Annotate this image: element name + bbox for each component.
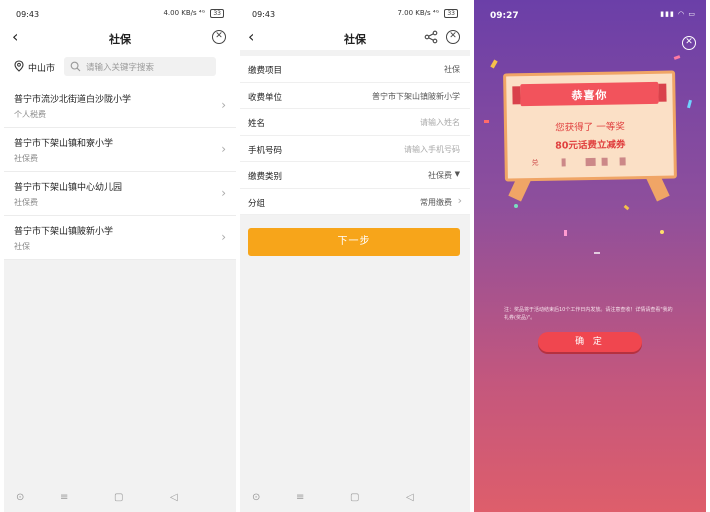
confetti-piece	[484, 120, 489, 123]
network-speed: 4.00 KB/s ⁴ᴳ	[163, 9, 206, 17]
share-icon[interactable]	[424, 30, 438, 44]
system-nav-bar: ⊙ ≡ ▢ ◁	[240, 484, 470, 512]
assistant-icon[interactable]: ⊙	[16, 492, 24, 503]
list-item[interactable]: 普宁市下架山镇和寮小学 社保费 ›	[4, 128, 236, 172]
prize-card: 恭喜你 您获得了 一等奖 80元话费立减券 兑	[503, 70, 677, 182]
search-placeholder: 请输入关键字搜索	[86, 63, 155, 73]
caret-down-icon: ▼	[454, 170, 460, 178]
form-row-group[interactable]: 分组 常用缴费 ›	[240, 189, 470, 215]
chevron-right-icon: ›	[221, 186, 226, 200]
unit-value: 普宁市下架山镇陂新小学	[372, 91, 460, 101]
prize-rank: 您获得了 一等奖	[555, 121, 625, 134]
search-input[interactable]: 请输入关键字搜索	[64, 57, 216, 76]
screen-unit-list: 09:43 4.00 KB/s ⁴ᴳ 33 ‹ 社保 ✕ 中山市 请输入关键字搜…	[4, 0, 236, 512]
search-icon	[70, 61, 81, 72]
page-title: 社保	[109, 33, 131, 46]
status-time: 09:27	[490, 11, 519, 21]
home-icon[interactable]: ▢	[114, 492, 123, 503]
item-value: 社保	[444, 65, 460, 74]
battery-icon: 33	[444, 9, 458, 18]
status-bar: 09:27 ▮▮▮ ◠ ▭	[474, 0, 706, 26]
confetti-piece	[687, 99, 692, 109]
search-row: 中山市 请输入关键字搜索	[4, 50, 236, 84]
status-bar: 09:43 4.00 KB/s ⁴ᴳ 33	[4, 0, 236, 26]
location-pin-icon[interactable]	[14, 60, 24, 72]
next-step-button[interactable]: 下一步	[248, 228, 460, 256]
list-item-subtitle: 社保费	[14, 154, 38, 163]
status-icons: 4.00 KB/s ⁴ᴳ 33	[163, 9, 224, 18]
network-speed: 7.00 KB/s ⁴ᴳ	[397, 9, 440, 17]
chevron-right-icon: ›	[457, 193, 462, 207]
menu-icon[interactable]: ≡	[60, 492, 68, 503]
nav-bar: ‹ 社保 ✕	[4, 26, 236, 50]
list-item-subtitle: 社保	[14, 242, 30, 251]
status-time: 09:43	[16, 10, 40, 19]
back-triangle-icon[interactable]: ◁	[406, 492, 414, 503]
chevron-right-icon: ›	[221, 142, 226, 156]
back-triangle-icon[interactable]: ◁	[170, 492, 178, 503]
confirm-button[interactable]: 确 定	[538, 332, 642, 352]
assistant-icon[interactable]: ⊙	[252, 492, 260, 503]
list-item-title: 普宁市流沙北街道白沙陇小学	[14, 95, 132, 105]
list-item-title: 普宁市下架山镇中心幼儿园	[14, 183, 123, 193]
nav-bar: ‹ 社保 ✕	[240, 26, 470, 50]
confetti-piece	[623, 204, 630, 211]
form-row-unit: 收费单位 普宁市下架山镇陂新小学	[240, 83, 470, 109]
form-row-type[interactable]: 缴费类别 社保费 ▼	[240, 162, 470, 189]
list-item-subtitle: 个人税费	[14, 110, 46, 119]
screen-prize-popup: 09:27 ▮▮▮ ◠ ▭ ✕ 恭喜你 您获得了 一等奖 80元话费立减券 兑 …	[474, 0, 706, 512]
prize-title: 恭喜你	[571, 88, 608, 103]
confetti-piece	[564, 230, 567, 236]
close-circle-icon[interactable]: ✕	[212, 30, 226, 44]
item-label: 缴费项目	[248, 66, 283, 76]
payment-form: 缴费项目 社保 收费单位 普宁市下架山镇陂新小学 姓名 请输入姓名 手机号码 请…	[240, 56, 470, 215]
location-city[interactable]: 中山市	[28, 61, 55, 74]
list-item-title: 普宁市下架山镇陂新小学	[14, 227, 114, 237]
prize-description: 80元话费立减券	[555, 139, 626, 152]
group-label: 分组	[248, 198, 266, 209]
name-field[interactable]: 请输入姓名	[420, 117, 460, 128]
close-circle-icon[interactable]: ✕	[682, 36, 696, 50]
confetti-piece	[514, 204, 518, 208]
chevron-right-icon: ›	[221, 230, 226, 244]
list-item-subtitle: 社保费	[14, 198, 38, 207]
unit-list: 普宁市流沙北街道白沙陇小学 个人税费 › 普宁市下架山镇和寮小学 社保费 › 普…	[4, 84, 236, 260]
list-item[interactable]: 普宁市流沙北街道白沙陇小学 个人税费 ›	[4, 84, 236, 128]
unit-label: 收费单位	[248, 92, 283, 103]
confetti-piece	[490, 59, 498, 69]
prize-notice: 注：奖品将于活动结束后10个工作日内发放。请注意查收！详情请查看"我的礼券(奖品…	[504, 307, 673, 321]
phone-label: 手机号码	[248, 145, 283, 156]
menu-icon[interactable]: ≡	[296, 492, 304, 503]
form-row-item: 缴费项目 社保	[240, 56, 470, 83]
type-label: 缴费类别	[248, 172, 283, 182]
confetti-piece	[594, 252, 600, 254]
status-icons: 7.00 KB/s ⁴ᴳ 33	[397, 9, 458, 18]
status-bar: 09:43 7.00 KB/s ⁴ᴳ 33	[240, 0, 470, 26]
group-value[interactable]: 常用缴费	[420, 197, 452, 208]
type-select[interactable]: 社保费	[428, 170, 452, 181]
confetti-piece	[660, 230, 664, 234]
status-icons: ▮▮▮ ◠ ▭	[660, 10, 696, 18]
redeem-code-masked	[546, 157, 636, 167]
list-item[interactable]: 普宁市下架山镇中心幼儿园 社保费 ›	[4, 172, 236, 216]
status-time: 09:43	[252, 10, 276, 19]
list-item[interactable]: 普宁市下架山镇陂新小学 社保 ›	[4, 216, 236, 260]
name-label: 姓名	[248, 119, 266, 129]
home-icon[interactable]: ▢	[350, 492, 359, 503]
close-circle-icon[interactable]: ✕	[446, 30, 460, 44]
chevron-right-icon: ›	[221, 98, 226, 112]
phone-field[interactable]: 请输入手机号码	[404, 144, 460, 155]
system-nav-bar: ⊙ ≡ ▢ ◁	[4, 484, 236, 512]
form-row-phone[interactable]: 手机号码 请输入手机号码	[240, 136, 470, 162]
confetti-piece	[673, 55, 681, 60]
redeem-code-label: 兑	[531, 158, 539, 168]
list-item-title: 普宁市下架山镇和寮小学	[14, 139, 114, 149]
form-row-name[interactable]: 姓名 请输入姓名	[240, 109, 470, 136]
screen-payment-form: 09:43 7.00 KB/s ⁴ᴳ 33 ‹ 社保 ✕ 缴费项目 社保 收费单…	[240, 0, 470, 512]
battery-icon: 33	[210, 9, 224, 18]
